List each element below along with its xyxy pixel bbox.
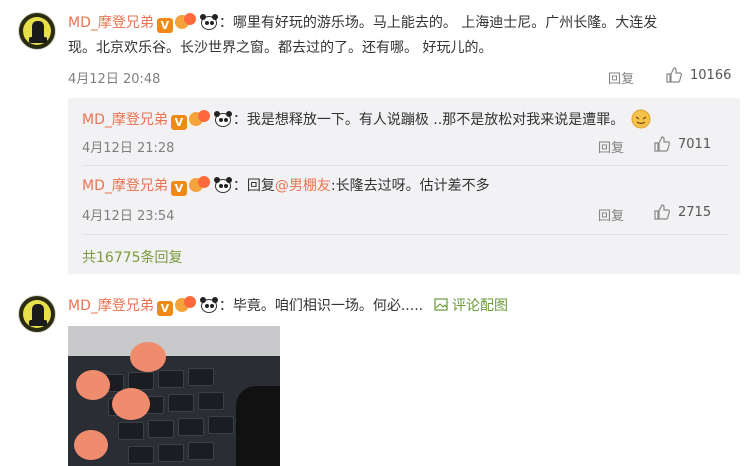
- verified-badge-icon: V: [170, 181, 187, 196]
- panda-badge-icon: [213, 110, 233, 128]
- emoji-icon: [631, 109, 651, 129]
- reply-button[interactable]: 回复: [598, 137, 624, 156]
- more-replies-link[interactable]: 共16775条回复: [82, 247, 183, 267]
- thumbs-up-icon: [654, 204, 670, 220]
- reply-time: 4月12日 23:54: [82, 209, 175, 224]
- comment-body: ：毕竟。咱们相识一场。何必.....: [218, 298, 424, 314]
- reply-button[interactable]: 回复: [598, 205, 624, 224]
- comment-image[interactable]: [68, 326, 280, 466]
- thumbs-up-icon: [654, 136, 670, 152]
- like-button[interactable]: 7011: [654, 136, 711, 152]
- reply-body: ：我是想释放一下。有人说蹦极 ..那不是放松对我来说是遭罪。: [232, 112, 625, 128]
- fan-badge-icon: [188, 110, 211, 128]
- username-link[interactable]: MD_摩登兄弟: [68, 298, 154, 314]
- see-image-link[interactable]: 评论配图: [433, 298, 509, 314]
- like-button[interactable]: 10166: [666, 67, 731, 83]
- like-count: 7011: [678, 136, 712, 152]
- username-link[interactable]: MD_摩登兄弟: [82, 112, 168, 128]
- mention-link[interactable]: @男棚友: [275, 178, 331, 194]
- reply-body-suffix: :长隆去过呀。估计差不多: [330, 178, 490, 194]
- fan-badge-icon: [188, 176, 211, 194]
- verified-badge-icon: V: [156, 18, 173, 33]
- reply-text: MD_摩登兄弟 V ：我是想释放一下。有人说蹦极 ..那不是放松对我来说是遭罪。: [82, 109, 651, 130]
- reply-time: 4月12日 21:28: [82, 141, 175, 156]
- reply-body-prefix: ：回复: [232, 178, 275, 194]
- comment-body: ：哪里有好玩的游乐场。马上能去的。 上海迪士尼。广州长隆。大连发: [218, 15, 658, 31]
- comment-time: 4月12日 20:48: [68, 72, 161, 87]
- comment-text: MD_摩登兄弟 V ：毕竟。咱们相识一场。何必..... 评论配图: [68, 296, 508, 316]
- like-button[interactable]: 2715: [654, 204, 711, 220]
- comment-text: MD_摩登兄弟 V ：哪里有好玩的游乐场。马上能去的。 上海迪士尼。广州长隆。大连发: [68, 13, 657, 33]
- fan-badge-icon: [174, 296, 197, 314]
- avatar[interactable]: [18, 295, 56, 333]
- see-image-label: 评论配图: [452, 298, 509, 314]
- divider: [82, 234, 728, 235]
- reply-button[interactable]: 回复: [608, 68, 634, 87]
- panda-badge-icon: [199, 13, 219, 31]
- panda-badge-icon: [199, 296, 219, 314]
- verified-badge-icon: V: [170, 115, 187, 130]
- thumbs-up-icon: [666, 67, 682, 83]
- verified-badge-icon: V: [156, 301, 173, 316]
- username-link[interactable]: MD_摩登兄弟: [68, 15, 154, 31]
- username-link[interactable]: MD_摩登兄弟: [82, 178, 168, 194]
- avatar[interactable]: [18, 12, 56, 50]
- like-count: 2715: [678, 204, 712, 220]
- comment-body-line2: 现。北京欢乐谷。长沙世界之窗。都去过的了。还有哪。 好玩儿的。: [68, 40, 493, 56]
- fan-badge-icon: [174, 13, 197, 31]
- panda-badge-icon: [213, 176, 233, 194]
- like-count: 10166: [690, 67, 732, 83]
- reply-text: MD_摩登兄弟 V ：回复@男棚友:长隆去过呀。估计差不多: [82, 176, 490, 196]
- image-icon: [433, 298, 448, 311]
- divider: [82, 165, 728, 166]
